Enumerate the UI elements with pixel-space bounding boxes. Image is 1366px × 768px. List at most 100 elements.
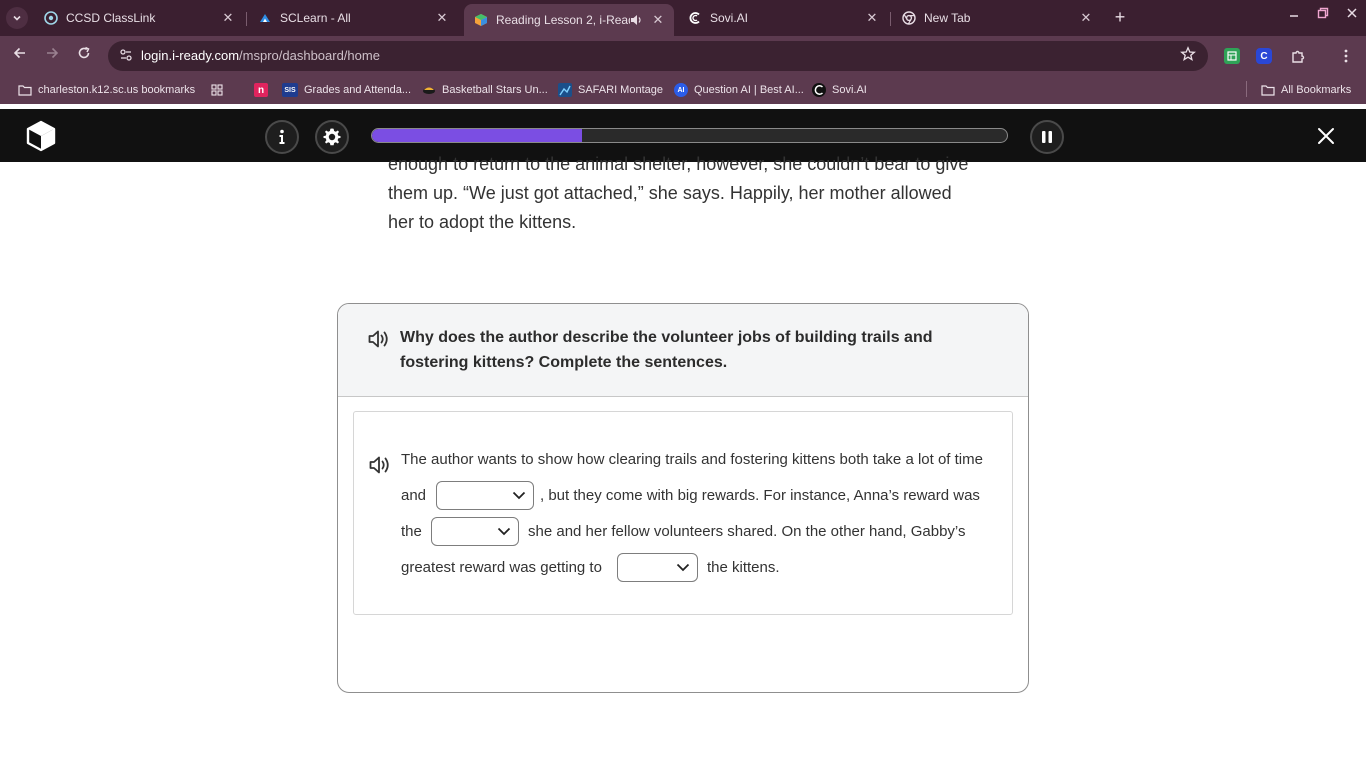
chevron-down-icon [676, 563, 690, 572]
bookmarks-bar: charleston.k12.sc.us bookmarks n SIS Gra… [0, 76, 1366, 173]
site-info-icon[interactable] [118, 48, 134, 64]
tab-title: SCLearn - All [280, 11, 351, 25]
lesson-content: enough to return to the animal shelter, … [0, 154, 1366, 768]
url-host: login.i-ready.com [141, 48, 240, 63]
tab-divider [246, 12, 247, 26]
sentence-text: and [401, 487, 427, 504]
url-path: /mspro/dashboard/home [239, 48, 380, 63]
tab-close-icon[interactable]: ✕ [864, 10, 880, 26]
bookmark-grades[interactable]: SIS Grades and Attenda... [282, 82, 411, 98]
reload-button[interactable] [73, 45, 95, 67]
address-bar[interactable]: login.i-ready.com/mspro/dashboard/home [108, 41, 1208, 71]
tab-title: New Tab [924, 11, 971, 25]
passage-line: her to adopt the kittens. [388, 212, 577, 232]
apps-grid-icon [210, 83, 224, 97]
chevron-down-icon [497, 527, 511, 536]
bookmark-safari-montage[interactable]: SAFARI Montage [558, 82, 663, 98]
bookmark-apps[interactable] [210, 82, 230, 98]
close-window-button[interactable] [1341, 6, 1363, 22]
lesson-progress-bar [371, 128, 1008, 143]
tab-reading-lesson[interactable]: Reading Lesson 2, i-Ready ✕ [464, 4, 674, 36]
arrow-right-icon [47, 47, 59, 59]
speaker-icon[interactable] [368, 329, 390, 349]
answer-area: The author wants to show how clearing tr… [353, 411, 1013, 615]
question-header: Why does the author describe the volunte… [338, 304, 1028, 397]
url-text: login.i-ready.com/mspro/dashboard/home [141, 48, 380, 63]
sentence-text: the [401, 523, 422, 540]
speaker-icon[interactable] [630, 14, 646, 26]
tab-ccsd-classlink[interactable]: CCSD ClassLink ✕ [34, 4, 244, 32]
sovi-icon [812, 83, 826, 97]
back-button[interactable] [9, 45, 31, 67]
tab-close-icon[interactable]: ✕ [650, 12, 666, 28]
reload-icon [78, 46, 90, 59]
question-ai-icon: AI [674, 83, 688, 97]
iready-logo-icon [26, 120, 56, 152]
tab-close-icon[interactable]: ✕ [434, 10, 450, 26]
answer-dropdown-3[interactable] [617, 553, 698, 582]
tab-sovi-ai[interactable]: Sovi.AI ✕ [678, 4, 888, 32]
sentence-text: greatest reward was getting to [401, 559, 602, 576]
bookmark-label: Question AI | Best AI... [694, 84, 804, 96]
tab-sclearn[interactable]: SCLearn - All ✕ [248, 4, 458, 32]
bookmark-charleston-folder[interactable]: charleston.k12.sc.us bookmarks [18, 82, 195, 98]
tab-new-tab[interactable]: New Tab ✕ [892, 4, 1102, 32]
iready-icon [474, 13, 488, 27]
bookmark-label: charleston.k12.sc.us bookmarks [38, 84, 196, 96]
extensions-puzzle-icon[interactable] [1290, 48, 1306, 64]
tab-close-icon[interactable]: ✕ [1078, 10, 1094, 26]
minimize-icon [1290, 15, 1298, 17]
pause-icon [1042, 131, 1052, 143]
n-icon: n [254, 83, 268, 97]
browser-menu-icon[interactable] [1338, 48, 1354, 64]
classlink-icon [44, 11, 58, 25]
all-bookmarks-folder[interactable]: All Bookmarks [1261, 82, 1351, 98]
bookmark-label: Basketball Stars Un... [442, 84, 548, 96]
browser-tab-bar: CCSD ClassLink ✕ SCLearn - All ✕ Reading… [0, 0, 1366, 36]
tab-close-icon[interactable]: ✕ [220, 10, 236, 26]
arrow-left-icon [13, 47, 25, 59]
reading-passage: enough to return to the animal shelter, … [388, 150, 1008, 237]
chevron-down-icon [512, 491, 526, 500]
question-card: Why does the author describe the volunte… [337, 303, 1029, 693]
minimize-button[interactable] [1283, 6, 1305, 22]
tab-title: CCSD ClassLink [66, 11, 156, 25]
bookmark-basketball[interactable]: Basketball Stars Un... [422, 82, 548, 98]
tab-search-button[interactable] [6, 7, 28, 29]
passage-line: them up. “We just got attached,” she say… [388, 183, 952, 203]
basketball-icon [422, 83, 436, 97]
close-icon[interactable] [1314, 124, 1338, 148]
speaker-icon[interactable] [369, 455, 391, 475]
sentence-text: the kittens. [707, 559, 780, 576]
bookmark-sovi-ai[interactable]: Sovi.AI [812, 82, 867, 98]
bookmark-label: Grades and Attenda... [304, 84, 412, 96]
new-tab-button[interactable]: + [1110, 7, 1130, 27]
bookmark-n[interactable]: n [254, 82, 274, 98]
settings-button[interactable] [315, 120, 349, 154]
tab-title: Sovi.AI [710, 11, 749, 25]
bookmark-question-ai[interactable]: AI Question AI | Best AI... [674, 82, 804, 98]
extension-sheets-icon[interactable] [1224, 48, 1240, 64]
tab-title: Reading Lesson 2, i-Ready [496, 13, 630, 27]
gear-icon [323, 128, 341, 146]
passage-line: enough to return to the animal shelter, … [388, 154, 969, 174]
chevron-down-icon [13, 15, 21, 21]
browser-toolbar: login.i-ready.com/mspro/dashboard/home C [0, 36, 1366, 76]
sentence-text: she and her fellow volunteers shared. On… [528, 523, 966, 540]
forward-button[interactable] [41, 45, 63, 67]
lesson-progress-fill [372, 129, 582, 142]
question-text: Why does the author describe the volunte… [400, 329, 933, 371]
bookmark-label: SAFARI Montage [578, 84, 663, 96]
extension-c-icon[interactable]: C [1256, 48, 1272, 64]
answer-dropdown-2[interactable] [431, 517, 519, 546]
folder-icon [1261, 83, 1275, 97]
restore-button[interactable] [1312, 6, 1334, 22]
info-button[interactable] [265, 120, 299, 154]
bookmark-divider [1246, 81, 1247, 97]
bookmark-star-icon[interactable] [1180, 46, 1196, 67]
restore-icon [1317, 7, 1329, 19]
sis-icon: SIS [282, 83, 298, 97]
sclearn-icon [258, 11, 272, 25]
answer-dropdown-1[interactable] [436, 481, 534, 510]
pause-button[interactable] [1030, 120, 1064, 154]
